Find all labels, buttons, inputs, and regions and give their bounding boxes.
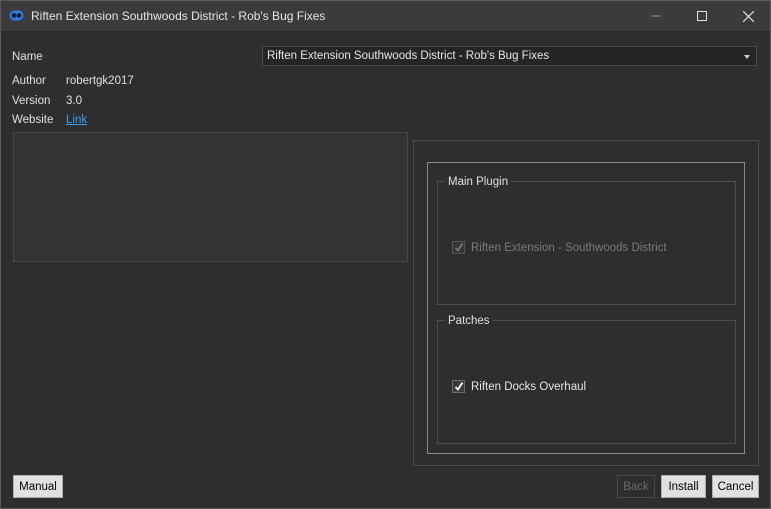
patches-group-title: Patches	[445, 315, 493, 327]
mod-organizer-icon	[9, 10, 24, 21]
patch-option-label[interactable]: Riften Docks Overhaul	[471, 381, 586, 393]
minimize-button[interactable]	[633, 1, 679, 31]
version-value: 3.0	[66, 95, 82, 107]
manual-button[interactable]: Manual	[13, 475, 63, 498]
close-icon	[742, 10, 754, 22]
cancel-button[interactable]: Cancel	[712, 475, 759, 498]
main-plugin-option-label: Riften Extension - Southwoods District	[471, 241, 667, 254]
name-label: Name	[12, 51, 43, 63]
patch-option[interactable]: Riften Docks Overhaul	[452, 380, 586, 393]
install-button[interactable]: Install	[661, 475, 706, 498]
title-bar[interactable]: Riften Extension Southwoods District - R…	[1, 1, 770, 32]
chevron-down-icon	[744, 55, 750, 59]
window-title: Riften Extension Southwoods District - R…	[31, 9, 326, 23]
website-link[interactable]: Link	[66, 114, 87, 126]
installer-window: Riften Extension Southwoods District - R…	[0, 0, 771, 509]
minimize-icon	[651, 15, 661, 17]
close-button[interactable]	[725, 1, 771, 31]
main-plugin-group-title: Main Plugin	[445, 176, 512, 188]
author-label: Author	[12, 75, 46, 87]
patch-checkbox[interactable]	[452, 380, 465, 393]
version-label: Version	[12, 95, 51, 107]
name-dropdown[interactable]: Riften Extension Southwoods District - R…	[262, 46, 757, 66]
main-plugin-option: Riften Extension - Southwoods District	[452, 241, 667, 254]
checkmark-icon	[454, 382, 464, 391]
maximize-button[interactable]	[679, 1, 725, 31]
back-button[interactable]: Back	[617, 475, 655, 498]
checkmark-icon	[454, 243, 464, 252]
author-value: robertgk2017	[66, 75, 134, 87]
name-dropdown-value: Riften Extension Southwoods District - R…	[267, 50, 550, 62]
maximize-icon	[697, 11, 707, 21]
description-box	[13, 132, 408, 262]
website-label: Website	[12, 114, 54, 126]
main-plugin-checkbox	[452, 241, 465, 254]
